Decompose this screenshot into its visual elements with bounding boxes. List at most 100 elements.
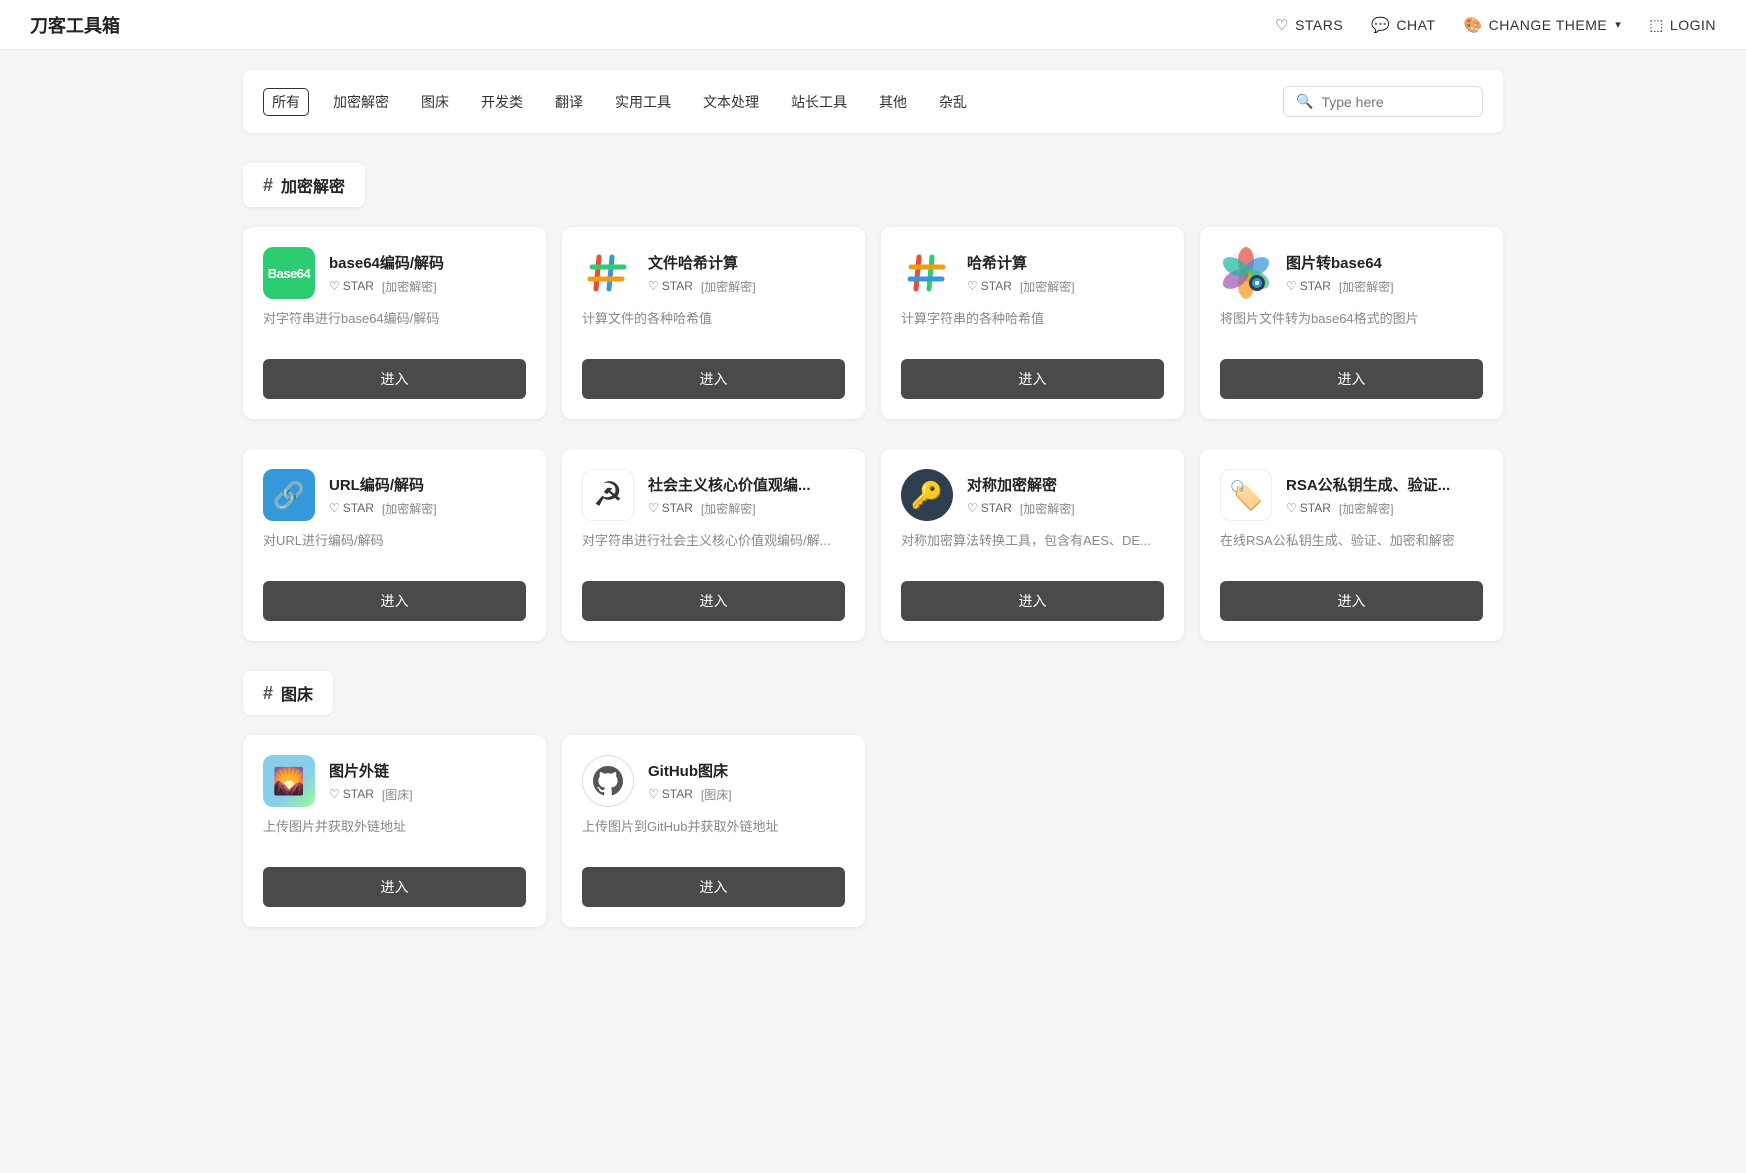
tool-category-base64: [加密解密] <box>382 278 437 295</box>
hash-multi-svg <box>584 249 632 297</box>
section-hash-imagebed: # <box>263 683 273 704</box>
tool-category-socialist: [加密解密] <box>701 500 756 517</box>
tool-card-header-img-base64: 图片转base64 ♡ STAR [加密解密] <box>1220 247 1483 299</box>
tool-enter-btn-url[interactable]: 进入 <box>263 581 526 621</box>
section-header-imagebed: # 图床 <box>243 671 333 715</box>
filter-tags: 所有 加密解密 图床 开发类 翻译 实用工具 文本处理 站长工具 其他 杂乱 <box>263 88 975 116</box>
tool-enter-btn-socialist[interactable]: 进入 <box>582 581 845 621</box>
filter-tag-misc[interactable]: 杂乱 <box>931 89 975 115</box>
tool-icon-base64: Base64 <box>263 247 315 299</box>
heart-icon: ♡ <box>1275 16 1289 34</box>
tool-info-rsa: RSA公私钥生成、验证... ♡ STAR [加密解密] <box>1286 474 1450 517</box>
tool-star-base64[interactable]: ♡ STAR <box>329 279 374 293</box>
nav-chat-label: CHAT <box>1396 17 1435 33</box>
nav-theme-label: CHANGE THEME <box>1489 17 1608 33</box>
tool-name-socialist: 社会主义核心价值观编... <box>648 474 811 495</box>
tool-desc-socialist: 对字符串进行社会主义核心价值观编码/解... <box>582 531 845 567</box>
section-title-imagebed: 图床 <box>281 681 313 705</box>
filter-tag-text[interactable]: 文本处理 <box>695 89 767 115</box>
filter-tag-translate[interactable]: 翻译 <box>547 89 591 115</box>
tool-category-github-imgbed: [图床] <box>701 786 732 803</box>
tool-name-hash-calc: 哈希计算 <box>967 252 1075 273</box>
tool-star-url[interactable]: ♡ STAR <box>329 501 374 515</box>
github-svg <box>590 763 626 799</box>
tool-desc-base64: 对字符串进行base64编码/解码 <box>263 309 526 345</box>
tool-name-symmetric: 对称加密解密 <box>967 474 1075 495</box>
tool-card-github-imgbed: GitHub图床 ♡ STAR [图床] 上传图片到GitHub并获取外链地址 … <box>562 735 865 927</box>
tool-name-url: URL编码/解码 <box>329 474 437 495</box>
tools-grid-row1: Base64 base64编码/解码 ♡ STAR [加密解密] 对字符串进行b… <box>243 227 1503 419</box>
nav-change-theme[interactable]: 🎨 CHANGE THEME ▾ <box>1463 16 1621 34</box>
tool-info-base64: base64编码/解码 ♡ STAR [加密解密] <box>329 252 444 295</box>
section-hash-encrypt: # <box>263 175 273 196</box>
tool-card-rsa: 🏷️ RSA公私钥生成、验证... ♡ STAR [加密解密] 在线RSA公私钥… <box>1200 449 1503 641</box>
tool-desc-symmetric: 对称加密算法转换工具，包含有AES、DE... <box>901 531 1164 567</box>
tool-category-rsa: [加密解密] <box>1339 500 1394 517</box>
header: 刀客工具箱 ♡ STARS 💬 CHAT 🎨 CHANGE THEME ▾ ⬚ … <box>0 0 1746 50</box>
tool-info-github-imgbed: GitHub图床 ♡ STAR [图床] <box>648 760 732 803</box>
tool-name-img-link: 图片外链 <box>329 760 413 781</box>
nav-login[interactable]: ⬚ LOGIN <box>1649 16 1716 34</box>
tool-icon-hash-calc <box>901 247 953 299</box>
filter-tag-tools[interactable]: 实用工具 <box>607 89 679 115</box>
tool-enter-btn-rsa[interactable]: 进入 <box>1220 581 1483 621</box>
tool-meta-symmetric: ♡ STAR [加密解密] <box>967 500 1075 517</box>
tool-enter-btn-symmetric[interactable]: 进入 <box>901 581 1164 621</box>
tool-desc-file-hash: 计算文件的各种哈希值 <box>582 309 845 345</box>
tool-card-header-hash-calc: 哈希计算 ♡ STAR [加密解密] <box>901 247 1164 299</box>
tool-card-hash-calc: 哈希计算 ♡ STAR [加密解密] 计算字符串的各种哈希值 进入 <box>881 227 1184 419</box>
tools-grid-imagebed: 🌄 图片外链 ♡ STAR [图床] 上传图片并获取外链地址 进入 <box>243 735 1503 927</box>
tool-star-img-link[interactable]: ♡ STAR <box>329 787 374 801</box>
tool-desc-github-imgbed: 上传图片到GitHub并获取外链地址 <box>582 817 845 853</box>
nav-login-label: LOGIN <box>1670 17 1716 33</box>
tool-meta-base64: ♡ STAR [加密解密] <box>329 278 444 295</box>
tool-meta-rsa: ♡ STAR [加密解密] <box>1286 500 1450 517</box>
search-input[interactable] <box>1321 94 1461 110</box>
tool-star-hash-calc[interactable]: ♡ STAR <box>967 279 1012 293</box>
filter-tag-encrypt[interactable]: 加密解密 <box>325 89 397 115</box>
img-base64-svg <box>1220 247 1272 299</box>
tool-enter-btn-github-imgbed[interactable]: 进入 <box>582 867 845 907</box>
tool-info-url: URL编码/解码 ♡ STAR [加密解密] <box>329 474 437 517</box>
hash-single-svg <box>903 249 951 297</box>
tool-card-header-rsa: 🏷️ RSA公私钥生成、验证... ♡ STAR [加密解密] <box>1220 469 1483 521</box>
tool-info-symmetric: 对称加密解密 ♡ STAR [加密解密] <box>967 474 1075 517</box>
tool-meta-github-imgbed: ♡ STAR [图床] <box>648 786 732 803</box>
tool-desc-url: 对URL进行编码/解码 <box>263 531 526 567</box>
tool-meta-file-hash: ♡ STAR [加密解密] <box>648 278 756 295</box>
tool-enter-btn-img-base64[interactable]: 进入 <box>1220 359 1483 399</box>
nav-chat[interactable]: 💬 CHAT <box>1371 16 1435 34</box>
tool-card-header-github-imgbed: GitHub图床 ♡ STAR [图床] <box>582 755 845 807</box>
tool-enter-btn-file-hash[interactable]: 进入 <box>582 359 845 399</box>
tool-star-rsa[interactable]: ♡ STAR <box>1286 501 1331 515</box>
filter-tag-dev[interactable]: 开发类 <box>473 89 531 115</box>
theme-icon: 🎨 <box>1463 16 1482 34</box>
filter-tag-imagebed[interactable]: 图床 <box>413 89 457 115</box>
tool-meta-img-link: ♡ STAR [图床] <box>329 786 413 803</box>
tool-enter-btn-base64[interactable]: 进入 <box>263 359 526 399</box>
tool-name-file-hash: 文件哈希计算 <box>648 252 756 273</box>
tool-star-symmetric[interactable]: ♡ STAR <box>967 501 1012 515</box>
tool-card-socialist: ☭ 社会主义核心价值观编... ♡ STAR [加密解密] 对字符串进行社会主义… <box>562 449 865 641</box>
tool-info-socialist: 社会主义核心价值观编... ♡ STAR [加密解密] <box>648 474 811 517</box>
tool-star-github-imgbed[interactable]: ♡ STAR <box>648 787 693 801</box>
tool-enter-btn-hash-calc[interactable]: 进入 <box>901 359 1164 399</box>
tool-star-file-hash[interactable]: ♡ STAR <box>648 279 693 293</box>
filter-tag-all[interactable]: 所有 <box>263 88 309 116</box>
filter-tag-webmaster[interactable]: 站长工具 <box>783 89 855 115</box>
tool-name-img-base64: 图片转base64 <box>1286 252 1394 273</box>
tool-meta-hash-calc: ♡ STAR [加密解密] <box>967 278 1075 295</box>
section-header-encrypt: # 加密解密 <box>243 163 365 207</box>
filter-tag-other[interactable]: 其他 <box>871 89 915 115</box>
main-content: 所有 加密解密 图床 开发类 翻译 实用工具 文本处理 站长工具 其他 杂乱 🔍… <box>223 50 1523 977</box>
tool-enter-btn-img-link[interactable]: 进入 <box>263 867 526 907</box>
tool-info-hash-calc: 哈希计算 ♡ STAR [加密解密] <box>967 252 1075 295</box>
tool-star-socialist[interactable]: ♡ STAR <box>648 501 693 515</box>
search-icon: 🔍 <box>1296 93 1313 110</box>
tool-category-symmetric: [加密解密] <box>1020 500 1075 517</box>
tool-star-img-base64[interactable]: ♡ STAR <box>1286 279 1331 293</box>
tool-desc-img-base64: 将图片文件转为base64格式的图片 <box>1220 309 1483 345</box>
tool-icon-file-hash <box>582 247 634 299</box>
nav-stars[interactable]: ♡ STARS <box>1275 16 1343 34</box>
tool-category-url: [加密解密] <box>382 500 437 517</box>
